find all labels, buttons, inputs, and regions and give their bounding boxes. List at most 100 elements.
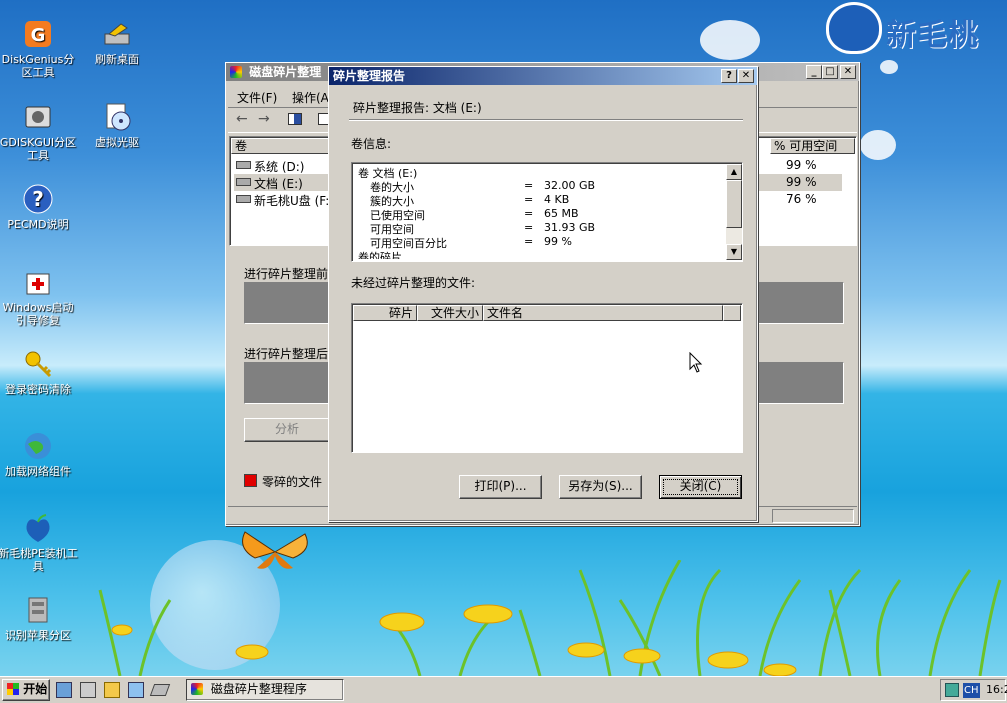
vertical-scrollbar[interactable]: ▲ ▼ (726, 164, 742, 260)
volume-free-pct: 99 % (786, 175, 817, 189)
status-pane (772, 509, 854, 523)
desktop-icon-password-clear[interactable]: 登录密码清除 (0, 348, 78, 396)
desktop-icon-network[interactable]: 加载网络组件 (0, 430, 78, 478)
desktop-icon-apple-partition[interactable]: 识别苹果分区 (0, 594, 78, 642)
analyze-button[interactable]: 分析 (244, 418, 330, 442)
column-header-volume[interactable]: 卷 (231, 138, 331, 154)
help-button[interactable]: ? (721, 69, 737, 83)
start-button[interactable]: 开始 (2, 679, 50, 701)
desktop-icon-label: PECMD说明 (7, 218, 69, 231)
volume-info-row: 卷 文档 (E:) (352, 165, 722, 180)
desktop-icon-label: 登录密码清除 (5, 383, 71, 396)
volume-name: 文档 (E:) (254, 177, 303, 191)
info-value: 65 MB (544, 207, 579, 220)
desktop-icon-label: 虚拟光驱 (95, 136, 139, 149)
close-button[interactable]: 关闭(C) (659, 475, 742, 499)
legend-fragmented-label: 零碎的文件 (262, 475, 323, 489)
volume-name: 新毛桃U盘 (F: (254, 194, 330, 208)
quicklaunch-tool-icon[interactable] (56, 682, 72, 698)
volume-info-row: 卷的大小 = 32.00 GB (352, 179, 722, 194)
volume-info-row: 簇的大小 = 4 KB (352, 193, 722, 208)
gdiskgui-icon (25, 106, 51, 128)
forward-arrow-icon[interactable]: → (258, 111, 270, 127)
volume-info-list[interactable]: 卷 文档 (E:) 卷的大小 = 32.00 GB 簇的大小 = 4 KB 已使用空间 = 65 … (351, 162, 743, 262)
desktop-icon-pecmd-help[interactable]: ? PECMD说明 (0, 183, 78, 231)
unfragmented-files-list[interactable]: 碎片 文件大小 文件名 (351, 303, 743, 453)
volume-info-row: 可用空间百分比 = 99 % (352, 235, 722, 250)
system-tray: CH 16:2 (940, 679, 1007, 701)
desktop-icon-installer[interactable]: 新毛桃PE装机工具 (0, 512, 78, 573)
quicklaunch-eraser-icon[interactable] (149, 684, 171, 696)
info-equals: = (524, 207, 534, 220)
tray-network-icon[interactable] (945, 683, 959, 697)
desktop-icon-gdiskgui[interactable]: GDISKGUI分区工具 (0, 101, 78, 162)
apple-partition-icon (28, 597, 48, 623)
maximize-button[interactable]: □ (822, 65, 838, 79)
refresh-desktop-icon (104, 23, 130, 45)
unfragmented-files-label: 未经过碎片整理的文件: (351, 276, 476, 290)
volume-free-pct: 76 % (786, 192, 817, 206)
save-as-button[interactable]: 另存为(S)... (559, 475, 642, 499)
column-header-file-size[interactable]: 文件大小 (417, 305, 483, 321)
volume-free-pct: 99 % (786, 158, 817, 172)
print-button[interactable]: 打印(P)... (459, 475, 542, 499)
desktop-icon-label: 新毛桃PE装机工具 (0, 547, 78, 573)
input-language-badge[interactable]: CH (963, 683, 980, 698)
dialog-titlebar[interactable]: 碎片整理报告 ? ✕ (329, 67, 757, 85)
dialog-close-button[interactable]: ✕ (738, 69, 754, 83)
defrag-report-dialog: 碎片整理报告 ? ✕ 碎片整理报告: 文档 (E:) 卷信息: 卷 文档 (E:… (328, 66, 758, 522)
brand-logo: 新毛桃 (826, 2, 1006, 56)
column-header-fragments[interactable]: 碎片 (353, 305, 417, 321)
column-header-file-name[interactable]: 文件名 (483, 305, 723, 321)
key-icon (25, 351, 52, 378)
boot-repair-icon (26, 273, 50, 295)
task-label: 磁盘碎片整理程序 (210, 682, 307, 696)
column-header-spacer (723, 305, 741, 321)
wallpaper-cloud (860, 130, 896, 160)
scroll-up-arrow-icon[interactable]: ▲ (726, 164, 742, 180)
back-arrow-icon[interactable]: ← (236, 111, 248, 127)
drive-icon (236, 161, 251, 169)
peach-logo-icon (826, 2, 882, 54)
desktop-icon-label: GDISKGUI分区工具 (0, 136, 77, 162)
menu-action[interactable]: 操作(A (292, 89, 329, 106)
volume-info-label: 卷信息: (351, 137, 392, 151)
dialog-title: 碎片整理报告 (333, 69, 406, 83)
wallpaper-cloud (880, 60, 898, 74)
quicklaunch-printer-icon[interactable] (80, 682, 96, 698)
desktop-icon-boot-repair[interactable]: Windows启动引导修复 (0, 266, 78, 327)
minimize-button[interactable]: _ (806, 65, 822, 79)
volume-info-rows: 卷 文档 (E:) 卷的大小 = 32.00 GB 簇的大小 = 4 KB 已使用空间 = 65 … (352, 163, 724, 259)
desktop-icon-virtual-drive[interactable]: 虚拟光驱 (77, 101, 157, 149)
clock[interactable]: 16:2 (986, 683, 1007, 696)
info-equals: = (524, 221, 534, 234)
network-icon (25, 433, 51, 459)
desktop-icon-refresh[interactable]: 刷新桌面 (77, 18, 157, 66)
info-value: 4 KB (544, 193, 570, 206)
brand-name: 新毛桃 (886, 18, 979, 53)
desktop-icon-label: Windows启动引导修复 (2, 301, 74, 327)
before-defrag-label: 进行碎片整理前 (244, 267, 329, 281)
drive-icon (236, 195, 251, 203)
desktop-icon-label: 刷新桌面 (95, 53, 139, 66)
quicklaunch-folder-icon[interactable] (104, 682, 120, 698)
desktop-icon-label: 加载网络组件 (5, 465, 71, 478)
after-defrag-label: 进行碎片整理后 (244, 347, 329, 361)
diskgenius-icon: G (25, 21, 51, 47)
column-header-free-pct[interactable]: % 可用空间 (770, 138, 855, 154)
drive-icon (236, 178, 251, 186)
desktop-icon-diskgenius[interactable]: G DiskGenius分区工具 (0, 18, 78, 79)
defrag-app-icon (230, 66, 242, 78)
close-window-button[interactable]: ✕ (840, 65, 856, 79)
volume-info-row: 已使用空间 = 65 MB (352, 207, 722, 222)
show-hide-tree-icon[interactable] (288, 113, 302, 125)
grass-field (0, 559, 1007, 677)
taskbar-defrag-task[interactable]: 磁盘碎片整理程序 (186, 679, 344, 701)
scroll-thumb[interactable] (726, 180, 742, 228)
scroll-down-arrow-icon[interactable]: ▼ (726, 244, 742, 260)
help-icon: ? (23, 184, 53, 214)
menu-file[interactable]: 文件(F) (237, 89, 277, 106)
info-label: 卷的碎片 (358, 251, 402, 259)
quick-launch (56, 682, 176, 698)
quicklaunch-display-icon[interactable] (128, 682, 144, 698)
